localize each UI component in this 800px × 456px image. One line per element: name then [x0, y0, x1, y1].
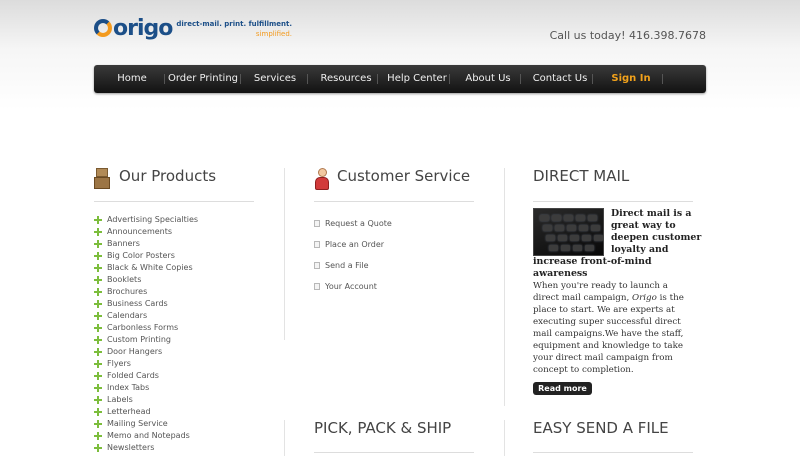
column-divider	[284, 420, 285, 456]
pick-pack-ship-heading: PICK, PACK & SHIP	[314, 419, 452, 437]
document-icon	[314, 220, 320, 227]
plus-icon	[94, 384, 102, 392]
nav-about-us[interactable]: About Us	[462, 65, 514, 93]
header: origo direct-mail. print. fulfillment. s…	[94, 14, 706, 54]
plus-icon	[94, 324, 102, 332]
nav-divider	[662, 74, 663, 84]
direct-mail-body: When you're ready to launch a direct mai…	[533, 281, 684, 375]
nav-divider	[520, 74, 521, 84]
product-item[interactable]: Newsletters	[94, 442, 198, 454]
nav-divider	[592, 74, 593, 84]
plus-icon	[94, 372, 102, 380]
nav-sign-in[interactable]: Sign In	[604, 65, 658, 93]
product-item[interactable]: Brochures	[94, 286, 198, 298]
nav-services[interactable]: Services	[250, 65, 300, 93]
nav-contact-us[interactable]: Contact Us	[530, 65, 590, 93]
column-divider	[284, 168, 285, 340]
customer-service-list: Request a Quote Place an Order Send a Fi…	[314, 218, 392, 302]
plus-icon	[94, 240, 102, 248]
logo-ring-icon	[94, 19, 112, 37]
product-item[interactable]: Door Hangers	[94, 346, 198, 358]
document-icon	[314, 241, 320, 248]
phone-number: Call us today! 416.398.7678	[549, 29, 706, 42]
product-item[interactable]: Folded Cards	[94, 370, 198, 382]
easy-send-file-heading: EASY SEND A FILE	[533, 419, 669, 437]
direct-mail-rule	[533, 201, 693, 202]
product-item[interactable]: Labels	[94, 394, 198, 406]
nav-divider	[377, 74, 378, 84]
keyboard-photo	[533, 208, 604, 256]
plus-icon	[94, 336, 102, 344]
customer-service-agent-icon	[314, 168, 330, 190]
read-more-button[interactable]: Read more	[533, 382, 592, 395]
plus-icon	[94, 252, 102, 260]
plus-icon	[94, 264, 102, 272]
column-divider	[504, 168, 505, 406]
customer-service-rule	[314, 201, 474, 202]
plus-icon	[94, 300, 102, 308]
main-nav: Home Order Printing Services Resources H…	[94, 65, 706, 93]
products-box-icon	[94, 168, 112, 190]
plus-icon	[94, 312, 102, 320]
cs-item-send-file[interactable]: Send a File	[314, 260, 392, 281]
logo-wordmark: origo	[94, 16, 173, 41]
product-item[interactable]: Calendars	[94, 310, 198, 322]
plus-icon	[94, 360, 102, 368]
customer-service-heading: Customer Service	[337, 167, 471, 185]
plus-icon	[94, 432, 102, 440]
plus-icon	[94, 276, 102, 284]
plus-icon	[94, 228, 102, 236]
product-item[interactable]: Memo and Notepads	[94, 430, 198, 442]
easy-send-file-rule	[533, 452, 693, 453]
product-item[interactable]: Black & White Copies	[94, 262, 198, 274]
products-rule	[94, 201, 254, 202]
document-icon	[314, 262, 320, 269]
plus-icon	[94, 396, 102, 404]
direct-mail-heading: DIRECT MAIL	[533, 167, 630, 185]
cs-item-your-account[interactable]: Your Account	[314, 281, 392, 302]
nav-divider	[307, 74, 308, 84]
column-divider	[504, 420, 505, 456]
plus-icon	[94, 444, 102, 452]
product-item[interactable]: Advertising Specialties	[94, 214, 198, 226]
product-item[interactable]: Business Cards	[94, 298, 198, 310]
product-item[interactable]: Mailing Service	[94, 418, 198, 430]
product-item[interactable]: Custom Printing	[94, 334, 198, 346]
plus-icon	[94, 420, 102, 428]
nav-divider	[449, 74, 450, 84]
plus-icon	[94, 288, 102, 296]
product-item[interactable]: Banners	[94, 238, 198, 250]
cs-item-place-order[interactable]: Place an Order	[314, 239, 392, 260]
product-item[interactable]: Letterhead	[94, 406, 198, 418]
origo-logo[interactable]: origo direct-mail. print. fulfillment. s…	[94, 16, 292, 41]
product-item[interactable]: Carbonless Forms	[94, 322, 198, 334]
plus-icon	[94, 348, 102, 356]
nav-home[interactable]: Home	[108, 65, 156, 93]
pick-pack-ship-rule	[314, 452, 474, 453]
plus-icon	[94, 408, 102, 416]
nav-resources[interactable]: Resources	[318, 65, 374, 93]
nav-help-center[interactable]: Help Center	[386, 65, 448, 93]
tagline-sub: simplified.	[255, 29, 293, 38]
product-item[interactable]: Flyers	[94, 358, 198, 370]
product-item[interactable]: Booklets	[94, 274, 198, 286]
products-list: Advertising Specialties Announcements Ba…	[94, 214, 198, 454]
document-icon	[314, 283, 320, 290]
plus-icon	[94, 216, 102, 224]
product-item[interactable]: Announcements	[94, 226, 198, 238]
product-item[interactable]: Big Color Posters	[94, 250, 198, 262]
nav-divider	[164, 74, 165, 84]
tagline-text: direct-mail. print. fulfillment.	[176, 19, 293, 28]
nav-order-printing[interactable]: Order Printing	[166, 65, 240, 93]
logo-tagline: direct-mail. print. fulfillment. simplif…	[176, 19, 292, 39]
nav-divider	[240, 74, 241, 84]
product-item[interactable]: Index Tabs	[94, 382, 198, 394]
products-heading: Our Products	[119, 167, 217, 185]
cs-item-request-quote[interactable]: Request a Quote	[314, 218, 392, 239]
